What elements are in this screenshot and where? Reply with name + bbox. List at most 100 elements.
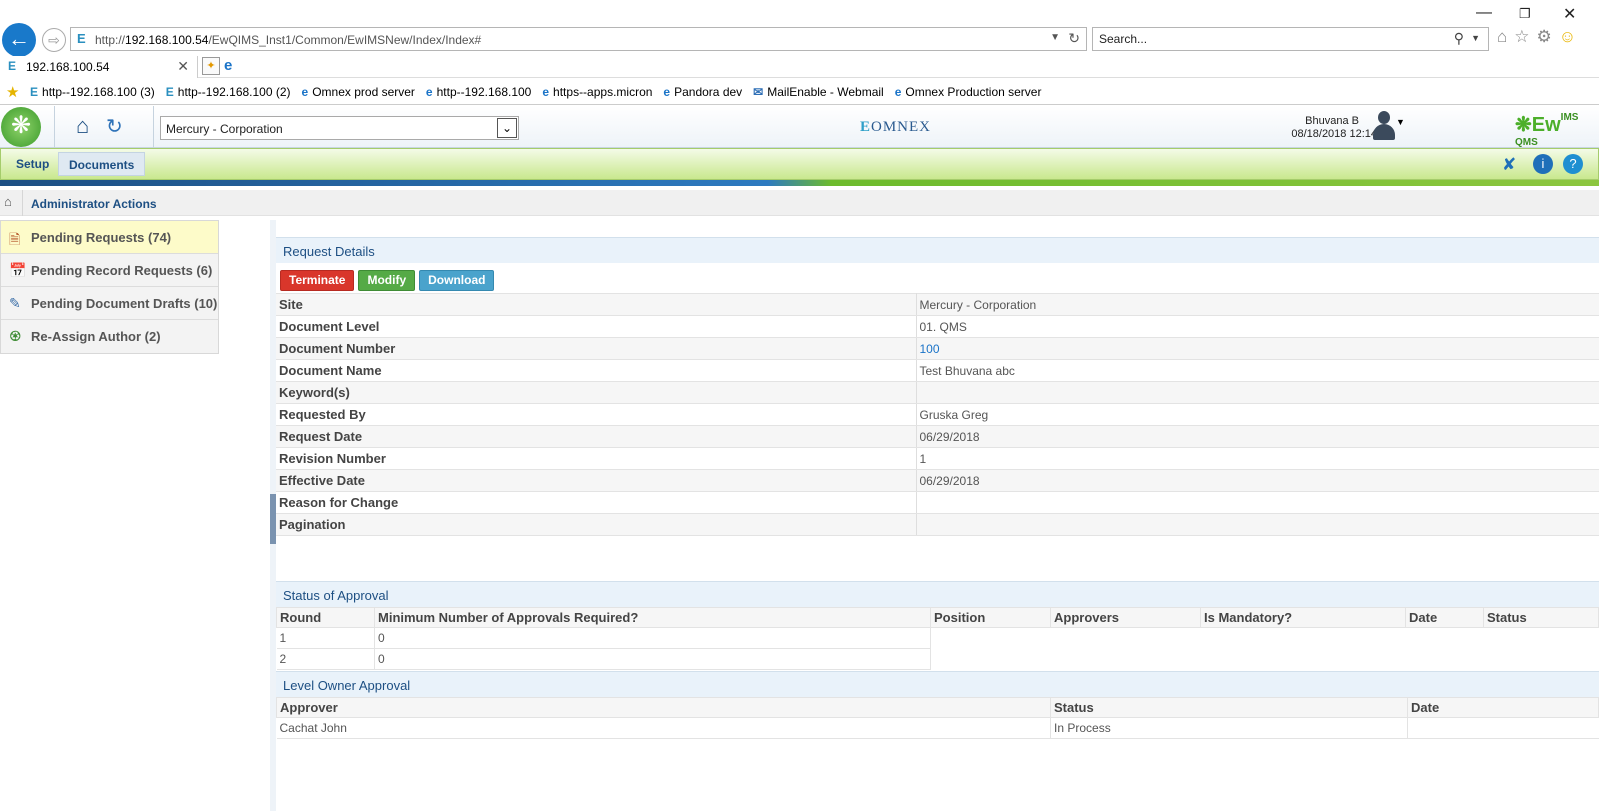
chevron-down-icon[interactable]: ⌄: [497, 118, 517, 138]
document-number-link[interactable]: 100: [916, 337, 1599, 360]
field-value: 06/29/2018: [916, 469, 1599, 492]
terminate-button[interactable]: Terminate: [280, 270, 355, 291]
favorite-label: http--192.168.100 (3): [42, 85, 155, 99]
minimize-icon[interactable]: —: [1476, 4, 1492, 22]
back-button[interactable]: ←: [2, 23, 36, 57]
browser-tab-row: E 192.168.100.54 ✕ ✦ e: [0, 56, 1599, 78]
menu-setup[interactable]: Setup: [6, 152, 59, 176]
site-select[interactable]: Mercury - Corporation ⌄: [160, 116, 519, 140]
table-row: 1 0: [276, 627, 1599, 649]
user-name: Bhuvana B: [1305, 115, 1359, 127]
user-menu-dropdown-icon[interactable]: ▼: [1396, 117, 1405, 127]
home-icon[interactable]: ⌂: [76, 113, 89, 139]
min-approvals-cell: 0: [374, 648, 931, 670]
user-datetime: 08/18/2018 12:14: [1291, 128, 1377, 140]
document-drafts-icon: ✎: [9, 295, 21, 311]
new-tab-button[interactable]: ✦: [202, 57, 220, 75]
favorites-bar: ★ Ehttp--192.168.100 (3) Ehttp--192.168.1…: [0, 79, 1599, 105]
add-favorite-star-icon[interactable]: ★: [6, 83, 19, 101]
breadcrumb-home-icon[interactable]: ⌂: [4, 194, 12, 209]
feedback-smiley-icon[interactable]: ☺: [1559, 27, 1583, 46]
date-cell: [1407, 717, 1599, 739]
close-window-icon[interactable]: ✕: [1563, 4, 1576, 24]
section-title: Level Owner Approval: [283, 678, 411, 693]
search-icon[interactable]: ⚲: [1454, 30, 1464, 47]
modify-button[interactable]: Modify: [358, 270, 416, 291]
favorite-link[interactable]: Ehttp--192.168.100 (2): [166, 85, 291, 99]
favorite-link[interactable]: e Omnex prod server: [302, 85, 415, 99]
address-dropdown-icon[interactable]: ▼: [1050, 32, 1060, 43]
user-avatar-icon[interactable]: [1370, 110, 1398, 142]
sidebar-item-label: Re-Assign Author (2): [31, 329, 161, 344]
tab-title: 192.168.100.54: [26, 60, 110, 74]
min-approvals-cell: 0: [374, 627, 931, 649]
favorite-link[interactable]: e http--192.168.100: [426, 85, 531, 99]
favorite-link[interactable]: ✉ MailEnable - Webmail: [753, 85, 884, 99]
field-label: Document Name: [276, 359, 917, 382]
download-button[interactable]: Download: [419, 270, 495, 291]
info-icon[interactable]: i: [1533, 154, 1553, 174]
page-title: Administrator Actions: [31, 197, 157, 211]
favorite-link[interactable]: e Pandora dev: [663, 85, 742, 99]
sidebar-item-reassign-author[interactable]: ♼ Re-Assign Author (2): [1, 320, 218, 353]
table-row: Document Number 100: [276, 337, 1599, 360]
field-value: [916, 513, 1599, 536]
omnex-logo: EOMNEX: [860, 119, 932, 135]
field-label: Keyword(s): [276, 381, 917, 404]
status-of-approval-header: Status of Approval: [276, 581, 1599, 607]
refresh-page-icon[interactable]: ↻: [1068, 30, 1080, 47]
empty-cell: [931, 628, 1599, 649]
sidebar-item-pending-requests[interactable]: 🗎 Pending Requests (74): [1, 221, 218, 254]
close-tab-icon[interactable]: ✕: [177, 58, 189, 75]
pin-icon[interactable]: ✘: [1502, 155, 1516, 175]
table-header-row: Approver Status Date: [276, 697, 1599, 718]
url-text[interactable]: http://192.168.100.54/EwQIMS_Inst1/Commo…: [95, 33, 481, 47]
help-icon[interactable]: ?: [1563, 154, 1583, 174]
refresh-icon[interactable]: ↻: [106, 114, 123, 139]
search-dropdown-icon[interactable]: ▼: [1471, 33, 1480, 43]
level-owner-table: Approver Status Date Cachat John In Proc…: [276, 697, 1599, 739]
column-header: Status: [1050, 697, 1408, 718]
empty-cell: [931, 649, 1599, 670]
app-menu-logo-icon[interactable]: ❋: [1, 107, 41, 147]
tab-favicon: E: [8, 59, 17, 73]
table-row: Keyword(s): [276, 381, 1599, 404]
sidebar-item-label: Pending Document Drafts (10): [31, 296, 218, 311]
favorite-link[interactable]: e Omnex Production server: [895, 85, 1042, 99]
ie-page-icon: e: [663, 85, 671, 99]
settings-gear-icon[interactable]: ⚙: [1537, 27, 1559, 46]
home-page-icon[interactable]: ⌂: [1497, 27, 1514, 46]
table-row: Requested By Gruska Greg: [276, 403, 1599, 426]
favorite-link[interactable]: Ehttp--192.168.100 (3): [30, 85, 155, 99]
table-row: Document Level 01. QMS: [276, 315, 1599, 338]
header-nav-group: [54, 106, 154, 148]
address-row: ← ⇨ E http://192.168.100.54/EwQIMS_Inst1…: [0, 22, 1599, 57]
column-header: Status: [1483, 607, 1599, 628]
sidebar-item-label: Pending Requests (74): [31, 230, 172, 245]
admin-actions-sidebar: 🗎 Pending Requests (74) 📅 Pending Record…: [0, 220, 219, 354]
forward-button[interactable]: ⇨: [42, 28, 66, 52]
address-bar[interactable]: E http://192.168.100.54/EwQIMS_Inst1/Com…: [70, 27, 1087, 51]
favorites-star-icon[interactable]: ☆: [1514, 27, 1536, 46]
favorite-label: MailEnable - Webmail: [767, 85, 884, 99]
column-header: Date: [1407, 697, 1599, 718]
ewims-favicon: E: [30, 85, 39, 99]
field-value: [916, 381, 1599, 404]
favorite-link[interactable]: e https--apps.micron: [542, 85, 652, 99]
restore-icon[interactable]: ❐: [1519, 6, 1531, 22]
favorite-label: Pandora dev: [674, 85, 743, 99]
browser-search-box[interactable]: ⚲ ▼: [1092, 27, 1489, 51]
sidebar-item-pending-record-requests[interactable]: 📅 Pending Record Requests (6): [1, 254, 218, 287]
favorite-label: Omnex Production server: [905, 85, 1042, 99]
sidebar-item-pending-document-drafts[interactable]: ✎ Pending Document Drafts (10): [1, 287, 218, 320]
table-row: Revision Number 1: [276, 447, 1599, 470]
menu-documents[interactable]: Documents: [58, 152, 146, 176]
browser-tab[interactable]: E 192.168.100.54 ✕: [0, 56, 198, 78]
round-cell: 2: [276, 648, 375, 670]
main-menu-bar: Setup Documents ✘ i ?: [0, 148, 1599, 180]
ie-page-icon: e: [894, 85, 902, 99]
column-header: Position: [930, 607, 1051, 628]
field-label: Pagination: [276, 513, 917, 536]
browser-search-input[interactable]: [1099, 32, 1429, 46]
ie-logo-icon[interactable]: e: [224, 57, 232, 74]
